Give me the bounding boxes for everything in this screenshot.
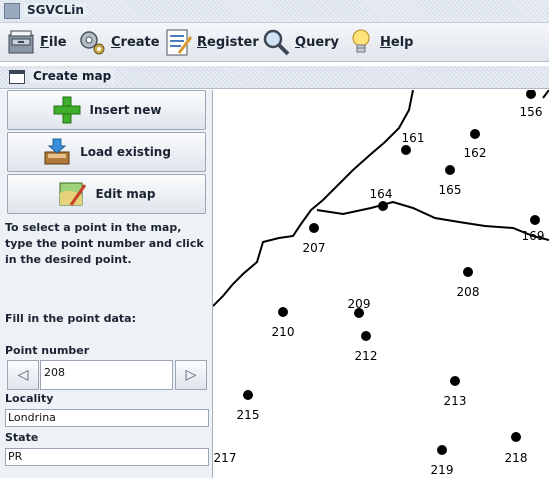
map-point-165[interactable] bbox=[445, 165, 455, 175]
map-canvas[interactable]: 156 161 162 165 164 169 207 208 209 210 212 213 215 2… bbox=[213, 90, 549, 478]
map-point-label: 219 bbox=[431, 463, 454, 477]
menu-help-label: Help bbox=[380, 34, 414, 50]
load-existing-button[interactable]: Load existing bbox=[7, 132, 206, 172]
locality-field[interactable]: Londrina bbox=[5, 409, 209, 427]
map-edit-icon bbox=[57, 179, 87, 209]
map-point-212[interactable] bbox=[361, 331, 371, 341]
map-point-169[interactable] bbox=[530, 215, 540, 225]
map-point-label: 208 bbox=[457, 285, 480, 299]
map-point-label: 210 bbox=[272, 325, 295, 339]
map-point-label: 209 bbox=[348, 297, 371, 311]
menu-create-label: Create bbox=[111, 34, 160, 50]
create-map-frame: Create map Insert new Load existing Edit… bbox=[0, 66, 549, 478]
form-icon bbox=[163, 27, 193, 57]
map-point-219[interactable] bbox=[437, 445, 447, 455]
point-number-label: Point number bbox=[5, 344, 90, 357]
map-point-162[interactable] bbox=[470, 129, 480, 139]
state-label: State bbox=[5, 431, 39, 444]
boundary-line bbox=[542, 90, 549, 99]
menubar: File Create Register Query Help bbox=[0, 23, 549, 62]
frame-titlebar[interactable]: Create map bbox=[0, 66, 549, 89]
app-icon bbox=[4, 3, 20, 19]
map-svg[interactable]: 156 161 162 165 164 169 207 208 209 210 212 213 215 2… bbox=[213, 90, 549, 478]
map-point-label: 217 bbox=[214, 451, 237, 465]
menu-query-label: Query bbox=[295, 34, 340, 50]
menu-create[interactable]: Create bbox=[77, 27, 160, 57]
map-point-label: 213 bbox=[444, 394, 467, 408]
arrow-right-icon: ▷ bbox=[185, 367, 197, 383]
file-cabinet-icon bbox=[6, 27, 36, 57]
map-point-164[interactable] bbox=[378, 201, 388, 211]
map-point-218[interactable] bbox=[511, 432, 521, 442]
magnifier-icon bbox=[261, 27, 291, 57]
gears-icon bbox=[77, 27, 107, 57]
frame-title: Create map bbox=[30, 69, 115, 83]
map-point-156[interactable] bbox=[526, 90, 536, 99]
menu-register[interactable]: Register bbox=[163, 27, 259, 57]
menu-file[interactable]: File bbox=[6, 27, 67, 57]
window-title: SGVCLin bbox=[24, 3, 87, 17]
map-point-label: 156 bbox=[520, 105, 543, 119]
point-editor-panel: Insert new Load existing Edit map To sel… bbox=[0, 90, 213, 478]
map-point-label: 215 bbox=[237, 408, 260, 422]
insert-new-label: Insert new bbox=[89, 103, 162, 117]
map-point-161[interactable] bbox=[401, 145, 411, 155]
menu-help[interactable]: Help bbox=[346, 27, 413, 57]
plus-icon bbox=[52, 95, 82, 125]
map-point-215[interactable] bbox=[243, 390, 253, 400]
state-field[interactable]: PR bbox=[5, 448, 209, 466]
map-point-label: 207 bbox=[303, 241, 326, 255]
map-point-210[interactable] bbox=[278, 307, 288, 317]
insert-new-button[interactable]: Insert new bbox=[7, 90, 206, 130]
lightbulb-icon bbox=[346, 27, 376, 57]
map-point-label: 164 bbox=[370, 187, 393, 201]
fill-prompt: Fill in the point data: bbox=[5, 312, 136, 325]
map-point-label: 161 bbox=[402, 131, 425, 145]
window-titlebar[interactable]: SGVCLin bbox=[0, 0, 549, 23]
previous-point-button[interactable]: ◁ bbox=[7, 360, 39, 390]
instructions-text: To select a point in the map, type the p… bbox=[5, 221, 204, 266]
inbox-download-icon bbox=[42, 137, 72, 167]
map-point-213[interactable] bbox=[450, 376, 460, 386]
map-point-label: 165 bbox=[439, 183, 462, 197]
arrow-left-icon: ◁ bbox=[17, 367, 29, 383]
edit-map-button[interactable]: Edit map bbox=[7, 174, 206, 214]
menu-query[interactable]: Query bbox=[261, 27, 339, 57]
point-number-input[interactable]: 208 bbox=[40, 360, 173, 390]
menu-file-label: File bbox=[40, 34, 67, 50]
locality-label: Locality bbox=[5, 392, 54, 405]
map-point-label: 162 bbox=[464, 146, 487, 160]
map-point-label: 212 bbox=[355, 349, 378, 363]
map-point-label: 169 bbox=[522, 229, 545, 243]
map-point-label: 218 bbox=[505, 451, 528, 465]
load-existing-label: Load existing bbox=[80, 145, 171, 159]
boundary-line bbox=[316, 200, 549, 241]
next-point-button[interactable]: ▷ bbox=[175, 360, 207, 390]
menu-register-label: Register bbox=[197, 34, 259, 50]
map-point-207[interactable] bbox=[309, 223, 319, 233]
map-point-208[interactable] bbox=[463, 267, 473, 277]
window-icon bbox=[9, 70, 25, 84]
edit-map-label: Edit map bbox=[95, 187, 156, 201]
